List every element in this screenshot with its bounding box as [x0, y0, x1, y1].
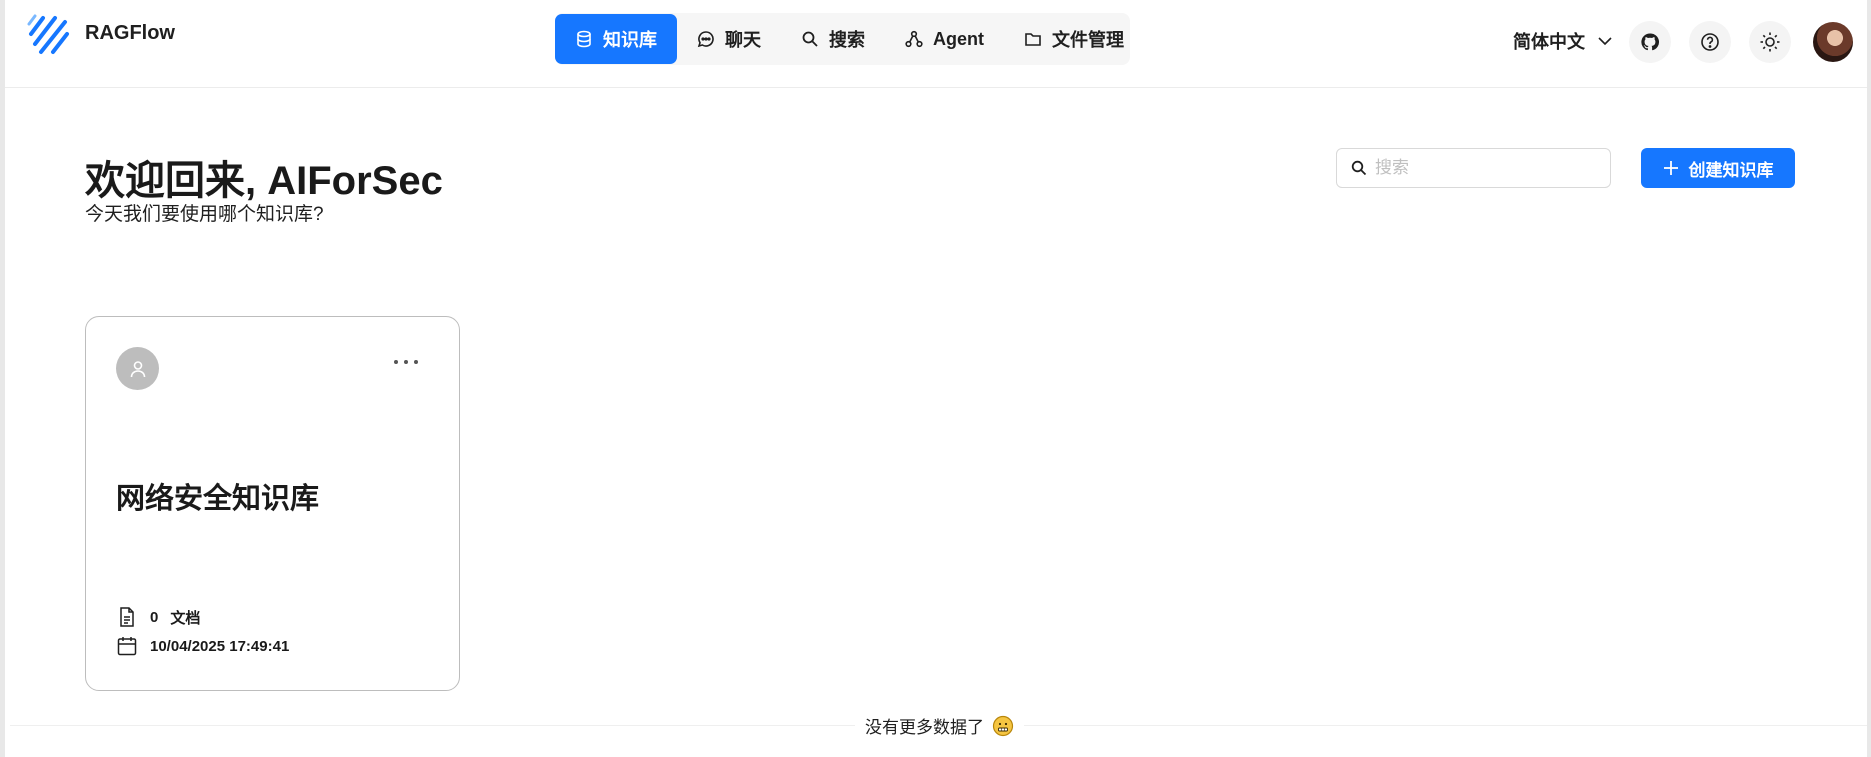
nav-search[interactable]: 搜索 [781, 14, 885, 64]
chat-bubble-icon [697, 31, 714, 48]
doc-count: 0 [150, 608, 159, 626]
search-icon [1351, 160, 1367, 176]
page-title: 欢迎回来, AIForSec [85, 159, 443, 203]
create-label: 创建知识库 [1688, 160, 1774, 180]
nav-agent[interactable]: Agent [885, 14, 1004, 64]
card-avatar [116, 347, 159, 390]
brand-name[interactable]: RAGFlow [85, 22, 175, 45]
knowledge-base-card[interactable]: 网络安全知识库 0 文档 10/04/2025 17:49:41 [85, 316, 460, 691]
search-icon [802, 31, 818, 47]
no-more-label: 没有更多数据了 [865, 718, 984, 737]
folder-icon [1025, 33, 1041, 46]
user-avatar[interactable] [1813, 22, 1853, 62]
calendar-icon [117, 637, 137, 656]
github-icon [1641, 33, 1660, 51]
plus-icon [1663, 161, 1678, 175]
github-button[interactable] [1629, 21, 1671, 63]
chevron-down-icon [1598, 37, 1612, 46]
app-window: RAGFlow 知识库 聊天 搜索 Agent 文件管理 简体中文 欢迎回来, … [0, 0, 1871, 757]
nav-file-management[interactable]: 文件管理 [1004, 14, 1144, 64]
nav-label: 搜索 [829, 30, 865, 50]
theme-sun-icon [1760, 32, 1780, 52]
create-knowledge-base-button[interactable]: 创建知识库 [1641, 148, 1795, 188]
neutral-face-emoji-icon [992, 715, 1014, 736]
card-date: 10/04/2025 17:49:41 [116, 635, 289, 657]
nav-knowledge-base[interactable]: 知识库 [555, 14, 677, 64]
help-button[interactable] [1689, 21, 1731, 63]
nav-chat[interactable]: 聊天 [677, 14, 781, 64]
no-more-data: 没有更多数据了 [855, 713, 1024, 738]
knowledge-base-search[interactable] [1336, 148, 1611, 188]
card-doc-count: 0 文档 [116, 606, 200, 628]
main-nav: 知识库 聊天 搜索 Agent 文件管理 [555, 13, 1130, 65]
agent-graph-icon [905, 30, 923, 48]
nav-label: 聊天 [725, 30, 761, 50]
created-date: 10/04/2025 17:49:41 [150, 637, 290, 655]
help-icon [1701, 33, 1719, 51]
page-subtitle: 今天我们要使用哪个知识库? [85, 204, 324, 225]
nav-label: 文件管理 [1052, 30, 1124, 50]
user-icon [130, 360, 145, 377]
nav-label: 知识库 [603, 30, 657, 50]
ragflow-logo-icon[interactable] [25, 12, 71, 56]
language-label: 简体中文 [1513, 32, 1585, 52]
card-title: 网络安全知识库 [116, 483, 320, 515]
more-options-icon[interactable] [394, 355, 426, 369]
theme-toggle-button[interactable] [1749, 21, 1791, 63]
search-input[interactable] [1375, 158, 1595, 178]
doc-label: 文档 [170, 609, 201, 627]
document-icon [120, 607, 134, 627]
database-icon [577, 30, 591, 48]
language-selector[interactable]: 简体中文 [1513, 28, 1613, 54]
top-header: RAGFlow 知识库 聊天 搜索 Agent 文件管理 简体中文 [5, 0, 1867, 88]
nav-label: Agent [933, 28, 984, 49]
